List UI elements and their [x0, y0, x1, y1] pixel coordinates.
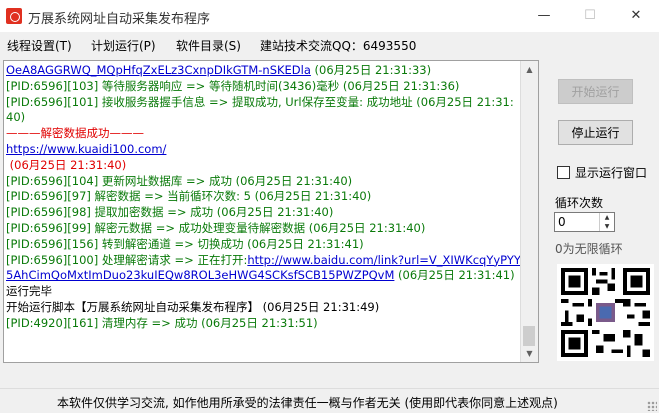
menu-software-directory[interactable]: 软件目录(S) — [176, 37, 241, 54]
app-icon — [6, 8, 22, 24]
log-line: ———解密数据成功——— — [6, 126, 144, 141]
qr-code-icon — [557, 264, 654, 361]
loop-count-stepper[interactable]: 0 ▲ ▼ — [554, 212, 615, 232]
loop-hint: 0为无限循环 — [555, 242, 623, 256]
title-bar: 万展系统网址自动采集发布程序 — ☐ ✕ — [0, 0, 659, 32]
spin-down-icon[interactable]: ▼ — [600, 222, 614, 231]
status-bar: 本软件仅供学习交流, 如作他用所承受的法律责任一概与作者无关 (使用即代表你同意… — [0, 388, 659, 413]
show-window-label: 显示运行窗口 — [575, 166, 648, 180]
menu-bar: 线程设置(T) 计划运行(P) 软件目录(S) 建站技术交流QQ：6493550 — [0, 32, 659, 58]
log-line: [PID:6596][98] 提取加密数据 => 成功 (06月25日 21:3… — [6, 205, 334, 220]
spin-up-icon[interactable]: ▲ — [600, 213, 614, 222]
log-line: [PID:6596][97] 解密数据 => 当前循环次数: 5 (06月25日… — [6, 189, 372, 204]
log-content: OeA8AGGRWQ_MQpHfqZxELz3CxnpDIkGTM-nSKEDl… — [6, 63, 521, 332]
loop-count-label: 循环次数 — [555, 196, 604, 210]
scroll-up-arrow-icon[interactable]: ▲ — [521, 61, 538, 78]
loop-count-value: 0 — [558, 215, 566, 229]
menu-scheduled-run[interactable]: 计划运行(P) — [91, 37, 156, 54]
log-line: https://www.kuaidi100.com/ — [6, 142, 521, 158]
log-line: (06月25日 21:31:40) — [6, 157, 127, 172]
show-window-checkbox[interactable] — [557, 166, 570, 179]
resize-grip-icon[interactable] — [647, 401, 657, 411]
close-button[interactable]: ✕ — [613, 0, 659, 32]
log-line: [PID:6596][99] 解密元数据 => 成功处理变量待解密数据 (06月… — [6, 220, 426, 235]
minimize-button[interactable]: — — [521, 0, 567, 32]
scroll-thumb[interactable] — [523, 326, 535, 346]
log-line: 开始运行脚本【万展系统网址自动采集发布程序】 (06月25日 21:31:49) — [6, 299, 380, 314]
log-line: OeA8AGGRWQ_MQpHfqZxELz3CxnpDIkGTM-nSKEDl… — [6, 63, 432, 77]
menu-thread-settings[interactable]: 线程设置(T) — [7, 37, 72, 54]
maximize-button[interactable]: ☐ — [567, 0, 613, 32]
disclaimer-text: 本软件仅供学习交流, 如作他用所承受的法律责任一概与作者无关 (使用即代表你同意… — [57, 396, 558, 410]
log-line: 运行完毕 — [6, 284, 52, 299]
log-line: [PID:6596][103] 等待服务器响应 => 等待随机时间(3436)毫… — [6, 78, 460, 93]
log-line: [PID:6596][101] 接收服务器握手信息 => 提取成功, Url保存… — [6, 94, 514, 125]
stop-button[interactable]: 停止运行 — [558, 120, 633, 145]
start-button[interactable]: 开始运行 — [558, 79, 633, 104]
log-link[interactable]: https://www.kuaidi100.com/ — [6, 142, 166, 156]
log-line: [PID:6596][100] 处理解密请求 => 正在打开:http://ww… — [6, 252, 521, 283]
log-link[interactable]: OeA8AGGRWQ_MQpHfqZxELz3CxnpDIkGTM-nSKEDl… — [6, 63, 311, 77]
log-scrollbar[interactable]: ▲ ▼ — [520, 61, 538, 362]
log-line: [PID:6596][156] 转到解密通道 => 切换成功 (06月25日 2… — [6, 236, 364, 251]
scroll-down-arrow-icon[interactable]: ▼ — [521, 345, 538, 362]
log-output[interactable]: OeA8AGGRWQ_MQpHfqZxELz3CxnpDIkGTM-nSKEDl… — [3, 60, 539, 363]
log-line: [PID:6596][104] 更新网址数据库 => 成功 (06月25日 21… — [6, 173, 353, 188]
log-line: [PID:4920][161] 清理内存 => 成功 (06月25日 21:31… — [6, 315, 318, 330]
window-title: 万展系统网址自动采集发布程序 — [28, 12, 211, 27]
menu-qq-contact[interactable]: 建站技术交流QQ：6493550 — [260, 37, 416, 54]
